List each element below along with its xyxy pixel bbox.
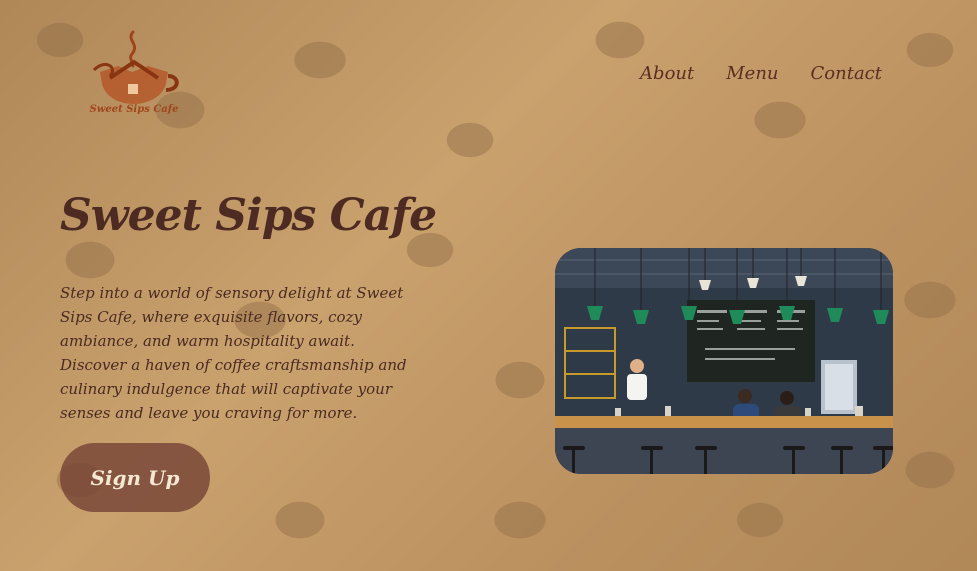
cafe-interior-image xyxy=(555,248,893,474)
brand-logo[interactable]: Sweet Sips Cafe xyxy=(88,28,180,124)
nav-link-contact[interactable]: Contact xyxy=(811,63,882,84)
sign-up-button[interactable]: Sign Up xyxy=(60,443,210,512)
coffee-cup-logo-icon xyxy=(92,30,179,104)
hero-title: Sweet Sips Cafe xyxy=(60,190,437,241)
hero-description: Step into a world of sensory delight at … xyxy=(60,284,407,422)
nav-link-about[interactable]: About xyxy=(640,63,694,84)
nav-link-menu[interactable]: Menu xyxy=(726,63,778,84)
cafe-interior-illustration xyxy=(555,248,893,474)
logo-text: Sweet Sips Cafe xyxy=(89,104,179,115)
main-nav: About Menu Contact xyxy=(640,63,882,84)
